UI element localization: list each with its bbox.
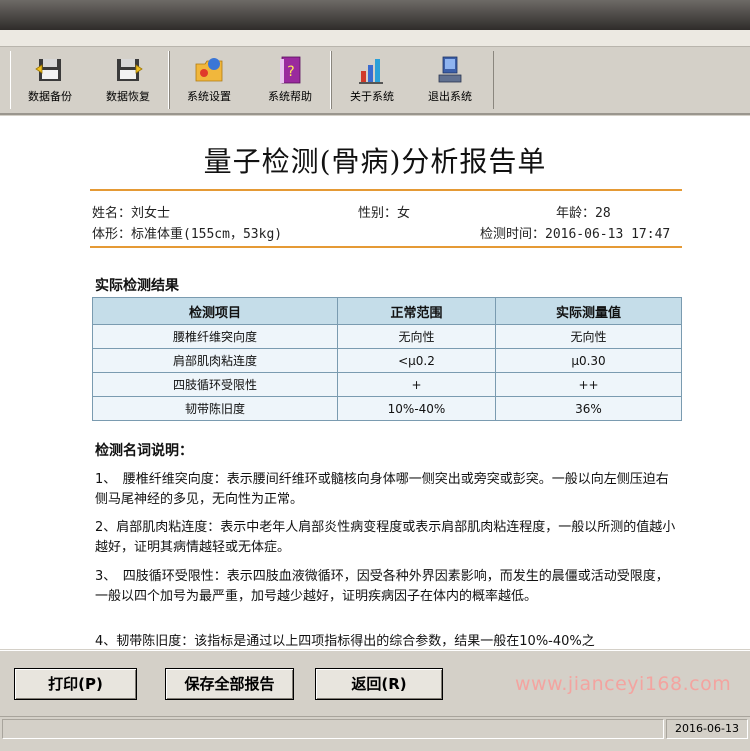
table-cell: 无向性: [337, 324, 496, 349]
report-title: 量子检测(骨病)分析报告单: [203, 145, 547, 178]
test-time: 检测时间：2016-06-13 17:47: [480, 227, 671, 242]
save-all-reports-button[interactable]: 保存全部报告: [165, 668, 294, 700]
table-cell: μ0.30: [495, 348, 682, 373]
table-cell: 36%: [495, 396, 682, 421]
back-button[interactable]: 返回(R): [315, 668, 443, 700]
patient-age: 年龄：28: [556, 206, 611, 221]
system-settings-button[interactable]: 系统设置: [170, 55, 248, 109]
patient-gender: 性别：女: [358, 206, 411, 221]
website-watermark: www.jianceyi168.com: [515, 673, 732, 695]
explanation-paragraph-2: 2、肩部肌肉粘连度：表示中老年人肩部炎性病变程度或表示肩部肌肉粘连程度，一般以所…: [95, 520, 676, 555]
status-message-panel: [2, 719, 664, 739]
print-button[interactable]: 打印(P): [14, 668, 137, 700]
column-header-measured-value: 实际测量值: [495, 297, 682, 325]
exit-system-button[interactable]: 退出系统: [411, 55, 489, 109]
column-header-normal-range: 正常范围: [337, 297, 496, 325]
restore-data-button[interactable]: 数据恢复: [89, 55, 167, 109]
table-cell: 腰椎纤维突向度: [92, 324, 338, 349]
about-system-button[interactable]: 关于系统: [333, 55, 411, 109]
results-heading: 实际检测结果: [95, 278, 179, 294]
floppy-disk-backup-icon: [35, 59, 61, 81]
status-date: 2016-06-13: [666, 719, 748, 739]
title-divider: [90, 189, 682, 191]
table-row: 肩部肌肉粘连度 <μ0.2 μ0.30: [92, 348, 682, 373]
explanation-paragraph-1: 1、 腰椎纤维突向度：表示腰间纤维环或髓核向身体哪一侧突出或旁突或彭突。一般以向…: [95, 472, 669, 507]
info-divider: [90, 246, 682, 248]
column-header-item: 检测项目: [92, 297, 338, 325]
menu-strip: [0, 30, 750, 47]
table-cell: 四肢循环受限性: [92, 372, 338, 397]
system-help-label: 系统帮助: [268, 90, 312, 103]
restore-data-label: 数据恢复: [106, 90, 150, 103]
patient-body-type: 体形：标准体重(155cm，53kg): [92, 227, 283, 242]
backup-data-button[interactable]: 数据备份: [11, 55, 89, 109]
explanation-paragraph-4: 4、韧带陈旧度：该指标是通过以上四项指标得出的综合参数，结果一般在10%-40%…: [95, 634, 595, 649]
results-table: 检测项目 正常范围 实际测量值 腰椎纤维突向度 无向性 无向性 肩部肌肉粘连度 …: [92, 297, 682, 421]
status-bar: 2016-06-13: [0, 716, 750, 751]
system-settings-label: 系统设置: [187, 90, 231, 103]
title-bar-background: [0, 0, 750, 30]
table-row: 腰椎纤维突向度 无向性 无向性: [92, 324, 682, 349]
folder-settings-icon: [195, 58, 223, 82]
floppy-disk-restore-icon: [117, 59, 143, 81]
patient-name: 姓名：刘女士: [92, 206, 171, 221]
table-cell: +: [337, 372, 496, 397]
toolbar: 数据备份 数据恢复 系统设置 ? 系统帮助 关于系统 退出系统: [0, 47, 750, 115]
explanation-paragraph-3: 3、 四肢循环受限性：表示四肢血液微循环，因受各种外界因素影响，而发生的晨僵或活…: [95, 569, 669, 604]
report-panel: 量子检测(骨病)分析报告单 姓名：刘女士 性别：女 年龄：28 体形：标准体重(…: [0, 116, 750, 649]
bar-chart-about-icon: [359, 59, 383, 84]
table-cell: <μ0.2: [337, 348, 496, 373]
table-row: 四肢循环受限性 + ++: [92, 372, 682, 397]
table-cell: 无向性: [495, 324, 682, 349]
exit-system-label: 退出系统: [428, 90, 472, 103]
table-cell: 韧带陈旧度: [92, 396, 338, 421]
system-help-button[interactable]: ? 系统帮助: [251, 55, 329, 109]
backup-data-label: 数据备份: [28, 90, 72, 103]
about-system-label: 关于系统: [350, 90, 394, 103]
table-cell: ++: [495, 372, 682, 397]
table-cell: 肩部肌肉粘连度: [92, 348, 338, 373]
table-cell: 10%-40%: [337, 396, 496, 421]
help-book-icon: ?: [280, 56, 301, 84]
computer-exit-icon: [438, 56, 462, 83]
explanation-heading: 检测名词说明：: [95, 443, 193, 459]
table-row: 韧带陈旧度 10%-40% 36%: [92, 396, 682, 421]
svg-text:?: ?: [287, 64, 294, 80]
table-header-row: 检测项目 正常范围 实际测量值: [92, 297, 682, 325]
